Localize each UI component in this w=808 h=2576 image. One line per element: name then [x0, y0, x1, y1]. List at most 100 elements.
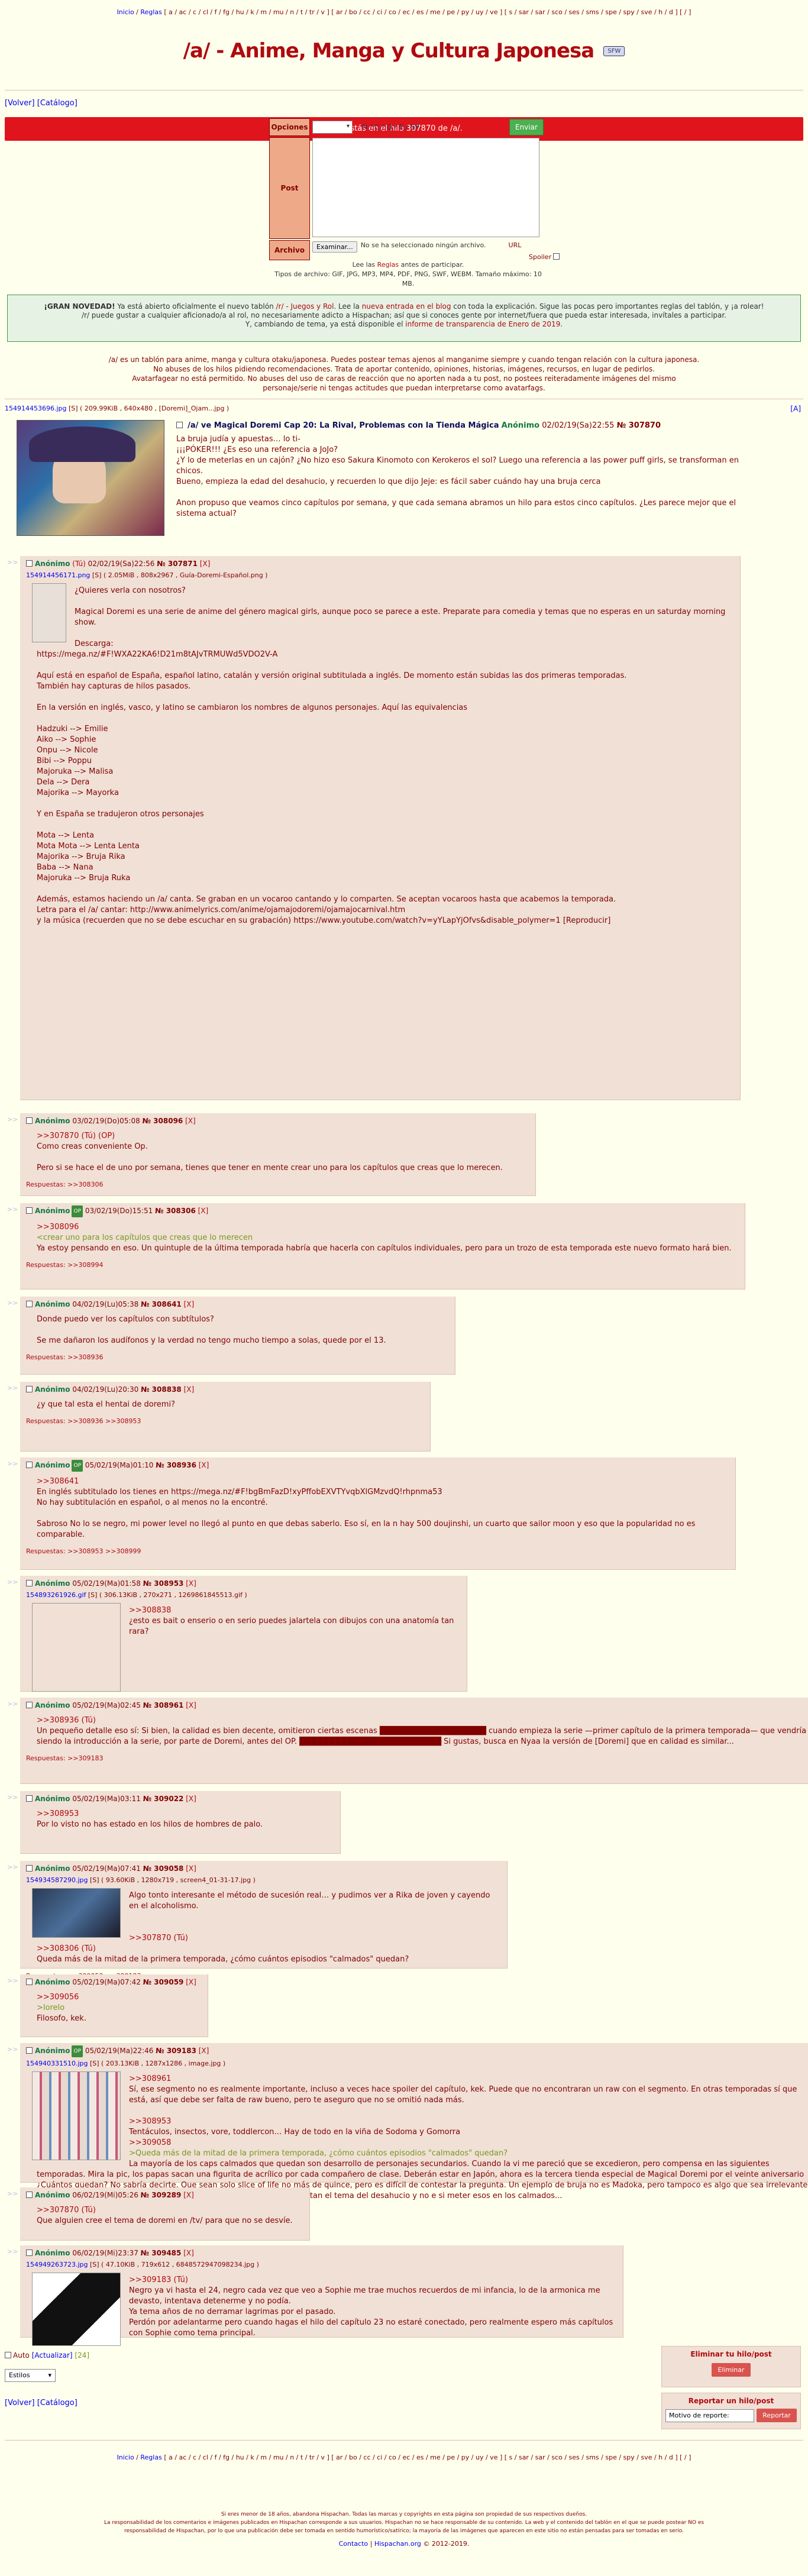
url-link[interactable]: URL [509, 241, 522, 249]
reply-number[interactable]: № 308961 [143, 1701, 184, 1709]
reply-checkbox[interactable] [26, 1462, 33, 1468]
op-file-link[interactable]: 154914453696.jpg [5, 405, 67, 412]
reply-checkbox[interactable] [26, 1301, 33, 1307]
reply-quote-link[interactable]: [X] [199, 1461, 209, 1469]
reply-responses[interactable]: Respuestas: >>308306 [26, 1179, 529, 1190]
reply-file-link[interactable]: 154940331510.jpg [26, 2060, 88, 2067]
back-link[interactable]: [Volver] [5, 99, 35, 108]
reply-quote-link[interactable]: [X] [198, 1207, 209, 1215]
notice-board-link[interactable]: /r/ - Juegos y Rol [276, 302, 334, 311]
reply-checkbox[interactable] [26, 560, 33, 567]
reply-responses[interactable]: Respuestas: >>308994 [26, 1260, 739, 1271]
reply-checkbox[interactable] [26, 1386, 33, 1392]
reply-line[interactable]: >>308936 (Tú) [37, 1715, 808, 1726]
reply-responses[interactable]: Respuestas: >>308953 >>308999 [26, 1546, 729, 1557]
reply-line[interactable]: >>308961 [37, 2074, 808, 2084]
report-button[interactable]: Reportar [757, 2409, 797, 2422]
reply-quote-link[interactable]: [X] [186, 1795, 196, 1803]
nav-extra[interactable]: [ / ] [680, 8, 691, 16]
reply-quote-link[interactable]: [X] [186, 1864, 196, 1873]
reply-number[interactable]: № 309289 [141, 2191, 182, 2199]
reply-quote-link[interactable]: [X] [185, 1117, 196, 1125]
reply-number[interactable]: № 308838 [141, 1385, 182, 1394]
footer-home-link[interactable]: Inicio [117, 2454, 134, 2461]
op-image[interactable] [17, 420, 164, 536]
reply-checkbox[interactable] [26, 1702, 33, 1708]
reply-quote-link[interactable]: [X] [186, 1701, 196, 1709]
spoiler-checkbox[interactable] [553, 253, 560, 260]
reply-number[interactable]: № 308953 [143, 1579, 184, 1588]
reply-number[interactable]: № 309183 [156, 2047, 196, 2055]
tag-c[interactable]: C [374, 123, 379, 131]
reply-line[interactable]: >>308096 [37, 1222, 739, 1233]
contact-link[interactable]: Contacto [339, 2540, 369, 2548]
auto-checkbox[interactable] [5, 2352, 11, 2358]
reply-thumbnail[interactable] [32, 2273, 121, 2346]
reply-responses[interactable]: Respuestas: >>309183 [26, 1753, 808, 1764]
reply-thumbnail[interactable] [32, 583, 66, 642]
notice-blog-link[interactable]: nueva entrada en el blog [362, 302, 451, 311]
reply-checkbox[interactable] [26, 1865, 33, 1872]
report-reason-select[interactable]: Motivo de reporte: [665, 2409, 755, 2422]
style-select[interactable]: Estilos ▾ [5, 2369, 56, 2382]
rules-link[interactable]: Reglas [377, 261, 399, 269]
reply-quote-link[interactable]: [X] [183, 2191, 194, 2199]
post-textarea[interactable] [312, 138, 539, 237]
reply-line[interactable]: >>309058 [37, 2138, 808, 2148]
reply-quote-link[interactable]: [X] [186, 1978, 196, 1986]
reply-quote-link[interactable]: [X] [184, 1300, 195, 1308]
catalog-link[interactable]: [Catálogo] [37, 99, 77, 108]
reply-quote-link[interactable]: [X] [186, 1579, 196, 1588]
back-link-bottom[interactable]: [Volver] [5, 2399, 35, 2407]
tag-sp[interactable]: SP [411, 123, 419, 131]
reply-line[interactable]: >>308953 [37, 1809, 334, 1819]
reply-thumbnail[interactable] [32, 1603, 121, 1692]
nav-home-link[interactable]: Inicio [117, 8, 134, 16]
reply-quote-link[interactable]: [X] [199, 2047, 209, 2055]
footer-nav-extra[interactable]: [ / ] [680, 2454, 691, 2461]
reply-line[interactable]: >>308953 [37, 2116, 808, 2127]
reply-checkbox[interactable] [26, 1207, 33, 1214]
reply-quote-link[interactable]: [X] [184, 1385, 195, 1394]
reply-line[interactable]: >>308306 (Tú) [37, 1944, 501, 1954]
browse-button[interactable]: Examinar... [312, 241, 357, 253]
reply-number[interactable]: № 308936 [156, 1461, 196, 1469]
reply-file-link[interactable]: 154914456171.png [26, 571, 90, 579]
reply-checkbox[interactable] [26, 2249, 33, 2256]
reply-line[interactable]: >>308641 [37, 1476, 729, 1487]
op-checkbox[interactable] [176, 422, 183, 428]
reply-number[interactable]: № 308096 [143, 1117, 183, 1125]
reply-number[interactable]: № 309058 [143, 1864, 184, 1873]
reply-checkbox[interactable] [26, 2192, 33, 2198]
reply-file-link[interactable]: 154934587290.jpg [26, 1876, 88, 1884]
reply-responses[interactable]: Respuestas: >>308936 >>308953 [26, 1416, 424, 1427]
reply-line[interactable]: >>307870 (Tú) (OP) [37, 1131, 529, 1142]
nav-rules-link[interactable]: Reglas [140, 8, 161, 16]
tag-e[interactable]: E [399, 123, 403, 131]
tag-n[interactable]: N [362, 123, 367, 131]
footer-rules-link[interactable]: Reglas [140, 2454, 161, 2461]
update-link[interactable]: [Actualizar] [32, 2351, 73, 2360]
footer-board-list[interactable]: [ a / ac / c / cl / f / fg / hu / k / m … [164, 2454, 677, 2461]
reply-thumbnail[interactable] [32, 2071, 121, 2160]
reply-number[interactable]: № 309059 [143, 1978, 184, 1986]
transparency-link[interactable]: informe de transparencia de Enero de 201… [405, 320, 560, 328]
delete-button[interactable]: Eliminar [712, 2363, 751, 2377]
site-link[interactable]: Hispachan.org [374, 2540, 421, 2548]
tag-q[interactable]: Q [386, 123, 392, 131]
reply-quote-link[interactable]: [X] [183, 2249, 194, 2257]
reply-link[interactable]: [A] [790, 405, 801, 413]
reply-line[interactable]: >>309056 [37, 1992, 202, 2003]
options-select[interactable] [312, 121, 353, 134]
reply-number[interactable]: № 307871 [157, 560, 198, 568]
catalog-link-bottom[interactable]: [Catálogo] [37, 2399, 77, 2407]
reply-number[interactable]: № 309485 [141, 2249, 182, 2257]
op-number[interactable]: № 307870 [617, 421, 661, 430]
reply-line[interactable]: >>309183 (Tú) [37, 2275, 617, 2286]
reply-checkbox[interactable] [26, 1117, 33, 1124]
reply-quote-link[interactable]: [X] [200, 560, 211, 568]
reply-checkbox[interactable] [26, 1979, 33, 1985]
reply-line[interactable]: >>307870 (Tú) [37, 2205, 303, 2216]
reply-thumbnail[interactable] [32, 1888, 121, 1938]
nav-board-list[interactable]: [ a / ac / c / cl / f / fg / hu / k / m … [164, 8, 677, 16]
